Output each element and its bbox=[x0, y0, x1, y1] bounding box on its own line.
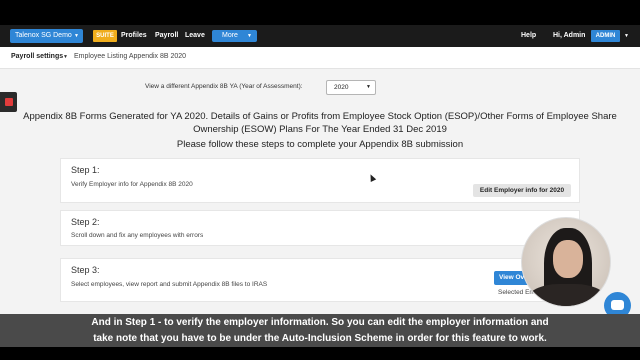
user-greeting[interactable]: Hi, Admin bbox=[553, 30, 585, 42]
caret-down-icon: ▼ bbox=[74, 33, 79, 39]
step-1-card: Step 1: Verify Employer info for Appendi… bbox=[60, 158, 580, 203]
caret-down-icon: ▼ bbox=[366, 84, 371, 90]
nav-payroll[interactable]: Payroll bbox=[155, 30, 178, 42]
video-letterbox-top bbox=[0, 0, 640, 25]
payroll-settings-menu[interactable]: Payroll settings bbox=[11, 53, 63, 60]
video-letterbox-bottom bbox=[0, 347, 640, 360]
company-switcher-button[interactable]: Talenox SG Demo ▼ bbox=[10, 29, 83, 43]
chat-icon bbox=[611, 300, 624, 310]
breadcrumb: Payroll settings ▼ Employee Listing Appe… bbox=[0, 47, 640, 69]
top-navbar: Talenox SG Demo ▼ SUITE Profiles Payroll… bbox=[0, 25, 640, 47]
step-3-title: Step 3: bbox=[71, 265, 100, 275]
caret-down-icon: ▼ bbox=[247, 33, 252, 39]
nav-profiles[interactable]: Profiles bbox=[121, 30, 147, 42]
presenter-webcam bbox=[521, 217, 611, 307]
suite-badge: SUITE bbox=[93, 30, 117, 42]
company-name: Talenox SG Demo bbox=[15, 32, 72, 39]
edit-employer-info-button[interactable]: Edit Employer info for 2020 bbox=[473, 184, 571, 197]
video-caption: And in Step 1 - to verify the employer i… bbox=[0, 314, 640, 347]
record-icon bbox=[5, 98, 13, 106]
step-1-description: Verify Employer info for Appendix 8B 202… bbox=[71, 181, 193, 188]
instruction-text: Please follow these steps to complete yo… bbox=[176, 139, 464, 150]
step-2-title: Step 2: bbox=[71, 217, 100, 227]
step-3-card: Step 3: Select employees, view report an… bbox=[60, 258, 580, 302]
record-button[interactable] bbox=[0, 92, 17, 112]
page-title: Employee Listing Appendix 8B 2020 bbox=[74, 53, 187, 60]
ya-select-value: 2020 bbox=[334, 84, 349, 91]
admin-badge[interactable]: ADMIN bbox=[591, 30, 620, 42]
caret-down-icon[interactable]: ▼ bbox=[63, 53, 68, 62]
presenter-face bbox=[553, 240, 583, 278]
page-heading: Appendix 8B Forms Generated for YA 2020.… bbox=[23, 111, 617, 135]
ya-select[interactable]: 2020 ▼ bbox=[326, 80, 376, 95]
caret-down-icon[interactable]: ▼ bbox=[624, 30, 629, 42]
step-3-description: Select employees, view report and submit… bbox=[71, 281, 268, 288]
ya-selector-label: View a different Appendix 8B YA (Year of… bbox=[145, 83, 303, 90]
step-2-card: Step 2: Scroll down and fix any employee… bbox=[60, 210, 580, 246]
help-link[interactable]: Help bbox=[521, 30, 536, 42]
caption-line-1: And in Step 1 - to verify the employer i… bbox=[91, 317, 549, 328]
caption-line-2: take note that you have to be under the … bbox=[93, 333, 547, 344]
presenter-body bbox=[527, 284, 607, 306]
step-1-title: Step 1: bbox=[71, 165, 100, 175]
step-2-description: Scroll down and fix any employees with e… bbox=[71, 232, 204, 239]
nav-leave[interactable]: Leave bbox=[185, 30, 205, 42]
more-label: More bbox=[222, 32, 238, 39]
more-menu-button[interactable]: More ▼ bbox=[212, 30, 257, 42]
